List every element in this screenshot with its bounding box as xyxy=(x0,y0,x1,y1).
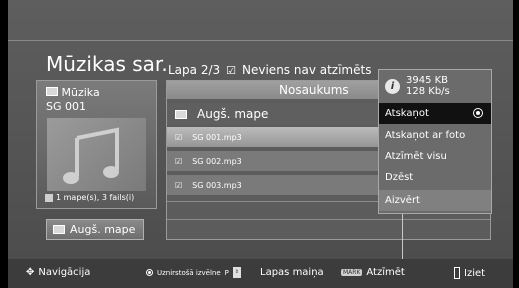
options-hint: Uznirstošā izvēlne P ⇕ xyxy=(146,267,241,278)
bottom-help-bar: ✥ Navigācija Uznirstošā izvēlne P ⇕ Lapa… xyxy=(8,259,513,288)
file-row[interactable]: ☑ SG 003.mp3 xyxy=(167,175,383,195)
folder-up-icon xyxy=(53,225,65,234)
thumbnail-header: Mūzika SG 001 xyxy=(46,86,100,114)
menu-item-play-with-photo[interactable]: Atskaņot ar foto xyxy=(379,125,491,146)
popup-menu: i 3945 KB 128 Kb/s Atskaņot Atskaņot ar … xyxy=(378,69,492,214)
page-key-icon: ⇕ xyxy=(232,267,241,278)
bit-rate: 128 Kb/s xyxy=(406,86,450,97)
file-row[interactable]: ☑ SG 002.mp3 xyxy=(167,151,383,171)
folder-icon xyxy=(46,87,58,96)
thumbnail-summary: 1 mape(s), 3 fails(i) xyxy=(45,193,134,202)
mark-key-icon: MARK xyxy=(341,269,363,276)
menu-item-play[interactable]: Atskaņot xyxy=(379,103,491,124)
file-row[interactable]: ☑ SG 001.mp3 xyxy=(167,127,383,147)
info-icon: i xyxy=(385,78,400,94)
top-divider xyxy=(8,40,513,41)
page-info: Lapa 2/3 ☑ Neviens nav atzīmēts xyxy=(168,63,371,77)
checkbox-icon[interactable]: ☑ xyxy=(175,157,182,166)
exit-icon xyxy=(454,267,460,279)
selected-radio-icon xyxy=(473,108,483,118)
music-thumbnail: Mūzika SG 001 1 mape(s), 3 fails(i) xyxy=(36,80,157,209)
folder-label: Mūzika xyxy=(61,86,100,99)
mark-hint: MARK Atzīmēt xyxy=(341,267,405,278)
page-number: Lapa 2/3 xyxy=(168,63,221,77)
checkbox-icon: ☑ xyxy=(226,63,237,77)
checkbox-icon[interactable]: ☑ xyxy=(175,133,182,142)
up-folder-row[interactable]: Augš. mape xyxy=(167,103,383,125)
navigation-icon: ✥ xyxy=(26,267,35,278)
up-folder-label: Augš. mape xyxy=(70,223,136,236)
file-info: i 3945 KB 128 Kb/s xyxy=(379,70,491,102)
mark-status: Neviens nav atzīmēts xyxy=(242,63,372,77)
menu-pointer-line xyxy=(402,214,403,259)
folder-up-icon xyxy=(175,109,187,119)
menu-item-close[interactable]: Aizvērt xyxy=(379,190,491,211)
menu-item-mark-all[interactable]: Atzīmēt visu xyxy=(379,146,491,167)
page-change-hint: Lapas maiņa xyxy=(260,267,324,278)
exit-hint: Iziet xyxy=(454,267,485,279)
folder-icon xyxy=(45,193,53,202)
device-name: SG 001 xyxy=(46,100,86,113)
music-note-icon xyxy=(47,118,146,191)
file-size: 3945 KB xyxy=(406,75,449,86)
checkbox-icon[interactable]: ☑ xyxy=(175,181,182,190)
ok-icon xyxy=(146,269,153,276)
up-folder-button[interactable]: Augš. mape xyxy=(46,219,144,240)
menu-item-delete[interactable]: Dzēst xyxy=(379,167,491,188)
list-divider xyxy=(167,219,490,220)
nav-hint: ✥ Navigācija xyxy=(26,267,91,278)
page-title: Mūzikas sar. xyxy=(46,52,168,76)
